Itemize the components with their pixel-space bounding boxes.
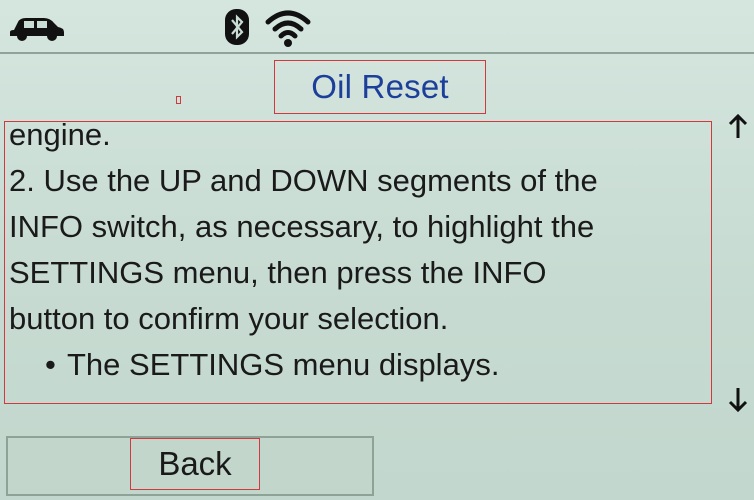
instruction-line: engine. bbox=[9, 121, 111, 152]
highlight-marker bbox=[176, 96, 181, 104]
instruction-line: SETTINGS menu, then press the INFO bbox=[9, 255, 547, 290]
back-button-label-box[interactable]: Back bbox=[130, 438, 260, 490]
page-title: Oil Reset bbox=[311, 68, 449, 105]
bullet-item: • The SETTINGS menu displays. bbox=[45, 347, 499, 383]
status-divider bbox=[0, 52, 754, 54]
bluetooth-icon bbox=[225, 9, 249, 45]
car-icon bbox=[10, 18, 64, 41]
instructions-panel[interactable]: engine. 2. Use the UP and DOWN segments … bbox=[4, 121, 712, 404]
bullet-text: The SETTINGS menu displays. bbox=[67, 347, 500, 382]
instruction-line: INFO switch, as necessary, to highlight … bbox=[9, 209, 595, 244]
status-bar bbox=[0, 0, 754, 52]
bullet-symbol: • bbox=[45, 347, 56, 382]
page-title-box: Oil Reset bbox=[274, 60, 486, 114]
wifi-icon bbox=[265, 10, 311, 47]
instruction-line: button to confirm your selection. bbox=[9, 301, 449, 336]
arrow-down-icon[interactable] bbox=[724, 384, 752, 414]
instruction-line: 2. Use the UP and DOWN segments of the bbox=[9, 163, 598, 198]
back-button-label: Back bbox=[158, 445, 232, 482]
arrow-up-icon[interactable] bbox=[724, 112, 752, 142]
oil-reset-screen: Oil Reset engine. 2. Use the UP and DOWN… bbox=[0, 0, 754, 500]
